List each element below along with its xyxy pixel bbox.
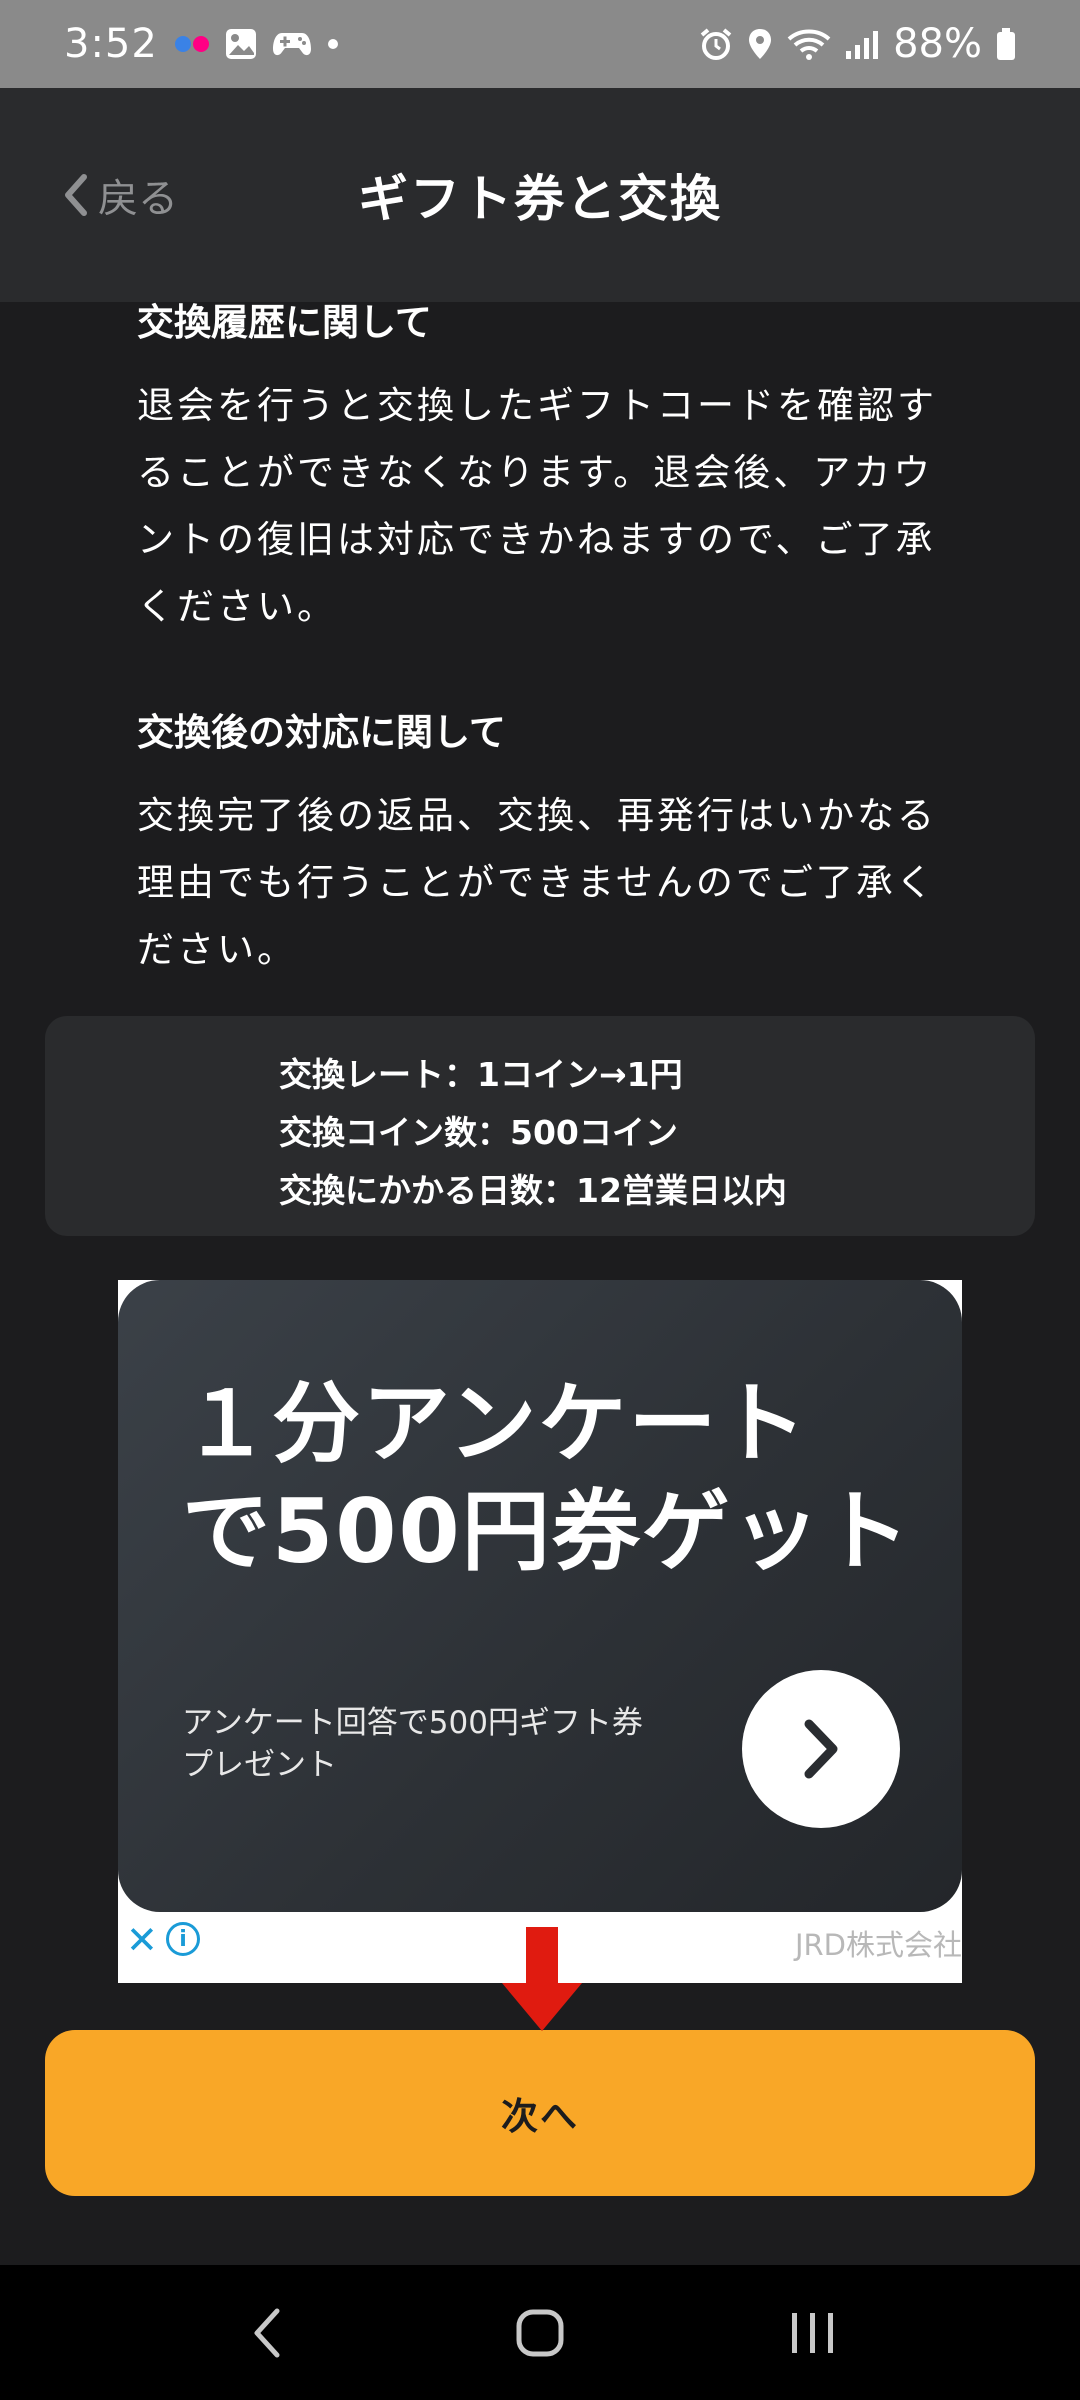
exchange-days: 交換にかかる日数：12営業日以内 [279, 1171, 787, 1210]
content: 交換履歴に関して 退会を行うと交換したギフトコードを確認することができなくなりま… [0, 301, 1080, 983]
ad-headline-line1: １分アンケート [182, 1372, 809, 1475]
nav-back-icon [254, 2308, 280, 2357]
ad-headline-line2: で500円券ゲット [182, 1480, 912, 1583]
status-right: 88% [699, 21, 1016, 67]
ad-card[interactable]: １分アンケート で500円券ゲット アンケート回答で500円ギフト券 プレゼント [118, 1280, 962, 1912]
app-header: 戻る ギフト券と交換 [0, 88, 1080, 302]
ad-arrow-button[interactable] [742, 1670, 900, 1828]
nav-home-button[interactable] [480, 2283, 600, 2383]
system-nav-bar [0, 2265, 1080, 2400]
status-left: 3:52 [64, 21, 340, 67]
exchange-coins: 交換コイン数：500コイン [279, 1113, 678, 1152]
nav-home-icon [516, 2309, 564, 2356]
ad-sponsor: JRD株式会社 [794, 1928, 962, 1962]
section-history: 交換履歴に関して 退会を行うと交換したギフトコードを確認することができなくなりま… [0, 292, 1080, 640]
notification-icons [174, 27, 340, 61]
gamepad-icon [272, 29, 312, 59]
battery-icon [996, 27, 1016, 61]
alarm-icon [699, 27, 733, 61]
nav-recents-icon [792, 2312, 834, 2353]
nav-back-button[interactable] [207, 2283, 327, 2383]
ad-banner[interactable]: １分アンケート で500円券ゲット アンケート回答で500円ギフト券 プレゼント… [118, 1280, 962, 1983]
location-icon [747, 27, 773, 61]
ad-subtext-line2: プレゼント [182, 1747, 337, 1783]
chevron-left-icon [60, 173, 90, 217]
status-time: 3:52 [64, 21, 158, 67]
gallery-icon [224, 27, 258, 61]
ad-subtext-line1: アンケート回答で500円ギフト券 [182, 1705, 643, 1741]
battery-percent: 88% [893, 21, 982, 67]
exchange-info-box: 交換レート：1コイン→1円 交換コイン数：500コイン 交換にかかる日数：12営… [45, 1016, 1035, 1236]
section-body: 交換完了後の返品、交換、再発行はいかなる理由でも行うことができませんのでご了承く… [137, 794, 937, 971]
nav-recents-button[interactable] [753, 2283, 873, 2383]
chevron-right-icon [804, 1719, 838, 1779]
back-button[interactable]: 戻る [60, 166, 178, 224]
page-title: ギフト券と交換 [358, 170, 722, 228]
section-title: 交換後の対応に関して [137, 711, 506, 754]
annotation-arrow-down-icon [502, 1927, 582, 2031]
wifi-icon [787, 27, 831, 61]
section-after-exchange: 交換後の対応に関して 交換完了後の返品、交換、再発行はいかなる理由でも行うことが… [0, 702, 1080, 983]
dot-icon [326, 37, 340, 51]
flickr-icon [174, 34, 210, 54]
screen: 3:52 88% 戻る ギフト券と交換 交換履歴に関して 退会を行うと交換したギ… [0, 0, 1080, 2400]
ad-headline: １分アンケート で500円券ゲット [182, 1370, 942, 1586]
ad-info-icon[interactable]: i [166, 1922, 200, 1956]
ad-close-icon[interactable]: ✕ [126, 1918, 158, 1962]
back-label: 戻る [98, 176, 178, 222]
signal-icon [845, 29, 879, 59]
exchange-rate: 交換レート：1コイン→1円 [279, 1055, 683, 1094]
section-title: 交換履歴に関して [137, 301, 432, 344]
status-bar: 3:52 88% [0, 0, 1080, 88]
section-body: 退会を行うと交換したギフトコードを確認することができなくなります。退会後、アカウ… [137, 384, 937, 628]
ad-subtext: アンケート回答で500円ギフト券 プレゼント [182, 1702, 702, 1786]
next-button[interactable]: 次へ [45, 2030, 1035, 2196]
